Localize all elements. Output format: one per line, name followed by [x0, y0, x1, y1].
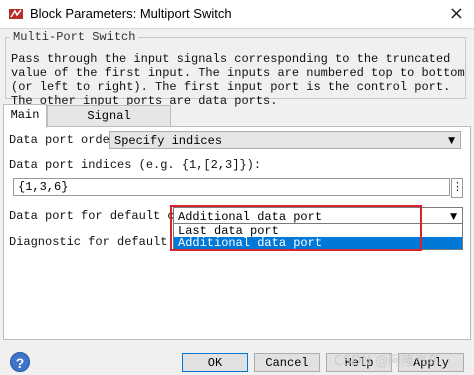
- title-bar: Block Parameters: Multiport Switch ×: [0, 0, 474, 29]
- tab-main[interactable]: Main: [3, 104, 47, 128]
- block-description: Pass through the input signals correspon…: [11, 52, 465, 108]
- chevron-down-icon: ▼: [448, 136, 455, 146]
- cancel-button[interactable]: Cancel: [254, 353, 320, 372]
- data-port-order-label: Data port order:: [9, 133, 125, 147]
- tab-signal-attributes[interactable]: Signal Attributes: [47, 105, 171, 143]
- watermark: CSDN @阿隆汽车: [334, 354, 441, 369]
- close-icon[interactable]: ×: [449, 3, 464, 24]
- data-port-order-select[interactable]: Specify indices ▼: [109, 131, 461, 149]
- more-options-icon[interactable]: ⋮: [451, 178, 463, 198]
- ok-button[interactable]: OK: [182, 353, 248, 372]
- window-title: Block Parameters: Multiport Switch: [30, 6, 232, 21]
- data-port-indices-label: Data port indices (e.g. {1,[2,3]}):: [9, 158, 262, 172]
- data-port-indices-input[interactable]: {1,3,6}: [13, 178, 450, 196]
- default-case-value: Additional data port: [178, 210, 323, 224]
- default-case-dropdown-list: Last data port Additional data port: [173, 223, 463, 250]
- dropdown-option-additional-data-port[interactable]: Additional data port: [174, 237, 462, 249]
- group-label: Multi-Port Switch: [10, 30, 139, 44]
- help-icon[interactable]: ?: [10, 352, 30, 372]
- data-port-order-value: Specify indices: [114, 134, 223, 148]
- simulink-app-icon: [8, 6, 24, 22]
